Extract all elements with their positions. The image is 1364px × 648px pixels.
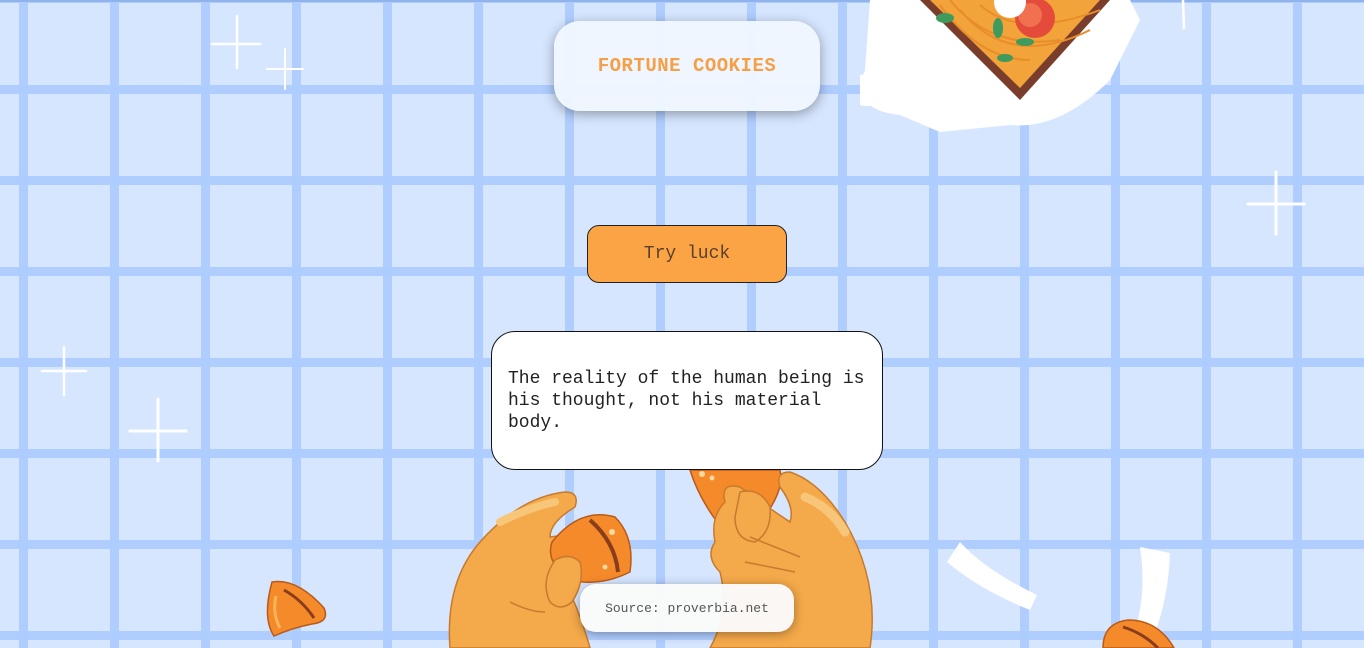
sparkle-icon (1246, 170, 1306, 236)
fortune-text: The reality of the human being is his th… (508, 369, 865, 433)
fortune-cookie-icon (266, 580, 327, 637)
sparkle-icon (40, 345, 88, 397)
source-card: Source: proverbia.net (580, 584, 794, 632)
noodle-box-illustration (860, 0, 1140, 132)
sparkle-icon (266, 48, 304, 90)
page-title: FORTUNE COOKIES (597, 55, 777, 77)
try-luck-button[interactable]: Try luck (587, 225, 787, 283)
title-card: FORTUNE COOKIES (554, 21, 820, 111)
paper-strip-icon (947, 542, 1037, 610)
source-label: Source: proverbia.net (605, 600, 769, 616)
fortune-cookie-icon (1102, 619, 1175, 648)
sparkle-icon (1181, 0, 1186, 30)
sparkle-icon (128, 397, 188, 463)
sparkle-icon (210, 14, 262, 70)
top-border (0, 0, 1364, 2)
fortune-card: The reality of the human being is his th… (491, 331, 883, 470)
